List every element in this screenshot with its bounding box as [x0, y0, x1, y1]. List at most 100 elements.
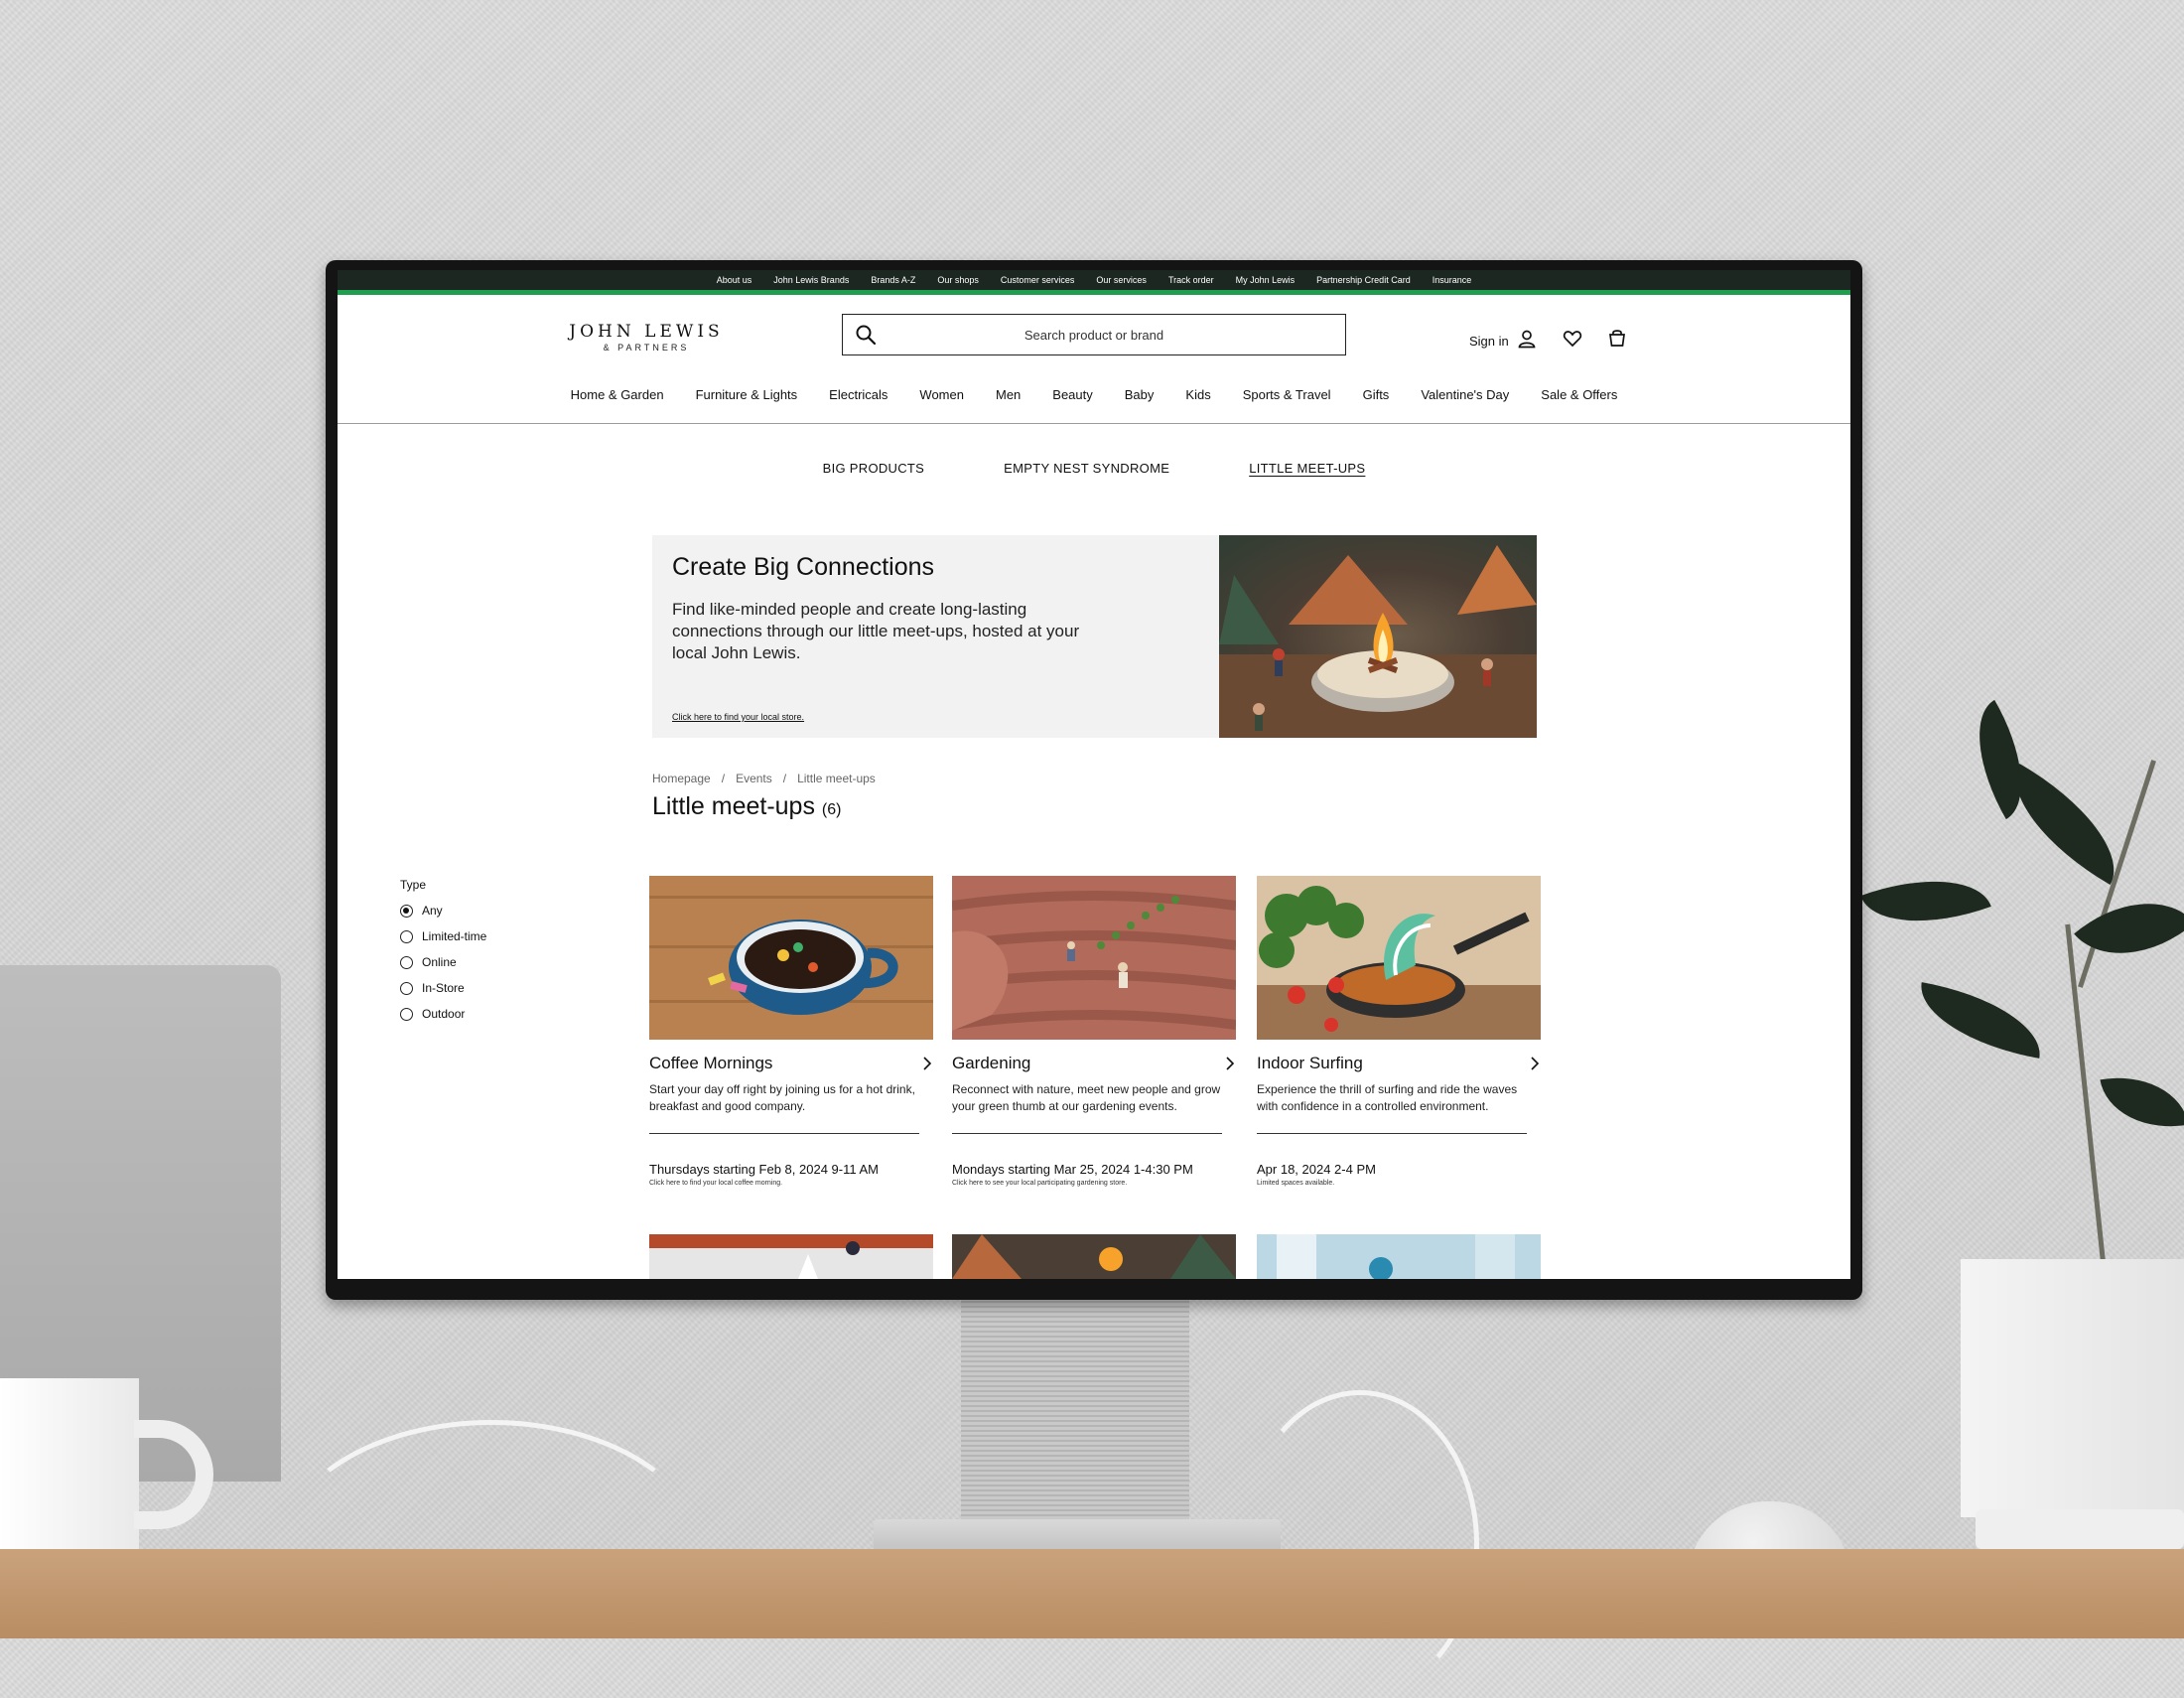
filter-option-any[interactable]: Any: [400, 898, 486, 923]
utility-link-our-shops[interactable]: Our shops: [937, 275, 979, 285]
radio-online[interactable]: [400, 955, 413, 969]
nav-furniture-lights[interactable]: Furniture & Lights: [696, 387, 798, 409]
nav-gifts[interactable]: Gifts: [1363, 387, 1390, 409]
radio-outdoor[interactable]: [400, 1007, 413, 1021]
cable: [1241, 1390, 1479, 1698]
card-note-link[interactable]: Click here to see your local participati…: [952, 1180, 1236, 1187]
screen: About us John Lewis Brands Brands A-Z Ou…: [338, 270, 1850, 1279]
monitor-stand: [961, 1296, 1189, 1534]
nav-home-garden[interactable]: Home & Garden: [571, 387, 664, 409]
subnav-little-meet-ups[interactable]: LITTLE MEET-UPS: [1249, 461, 1365, 476]
plant-stem: [2078, 760, 2156, 988]
chevron-right-icon[interactable]: [921, 1057, 933, 1070]
page-title: Little meet-ups (6): [652, 792, 841, 821]
utility-link-insurance[interactable]: Insurance: [1433, 275, 1472, 285]
nav-men[interactable]: Men: [996, 387, 1021, 409]
event-card-image-partial[interactable]: [952, 1234, 1236, 1279]
chevron-right-icon[interactable]: [1224, 1057, 1236, 1070]
radio-limited-time[interactable]: [400, 929, 413, 943]
event-card-coffee-mornings[interactable]: Coffee Mornings Start your day off right…: [649, 876, 933, 1187]
nav-sports-travel[interactable]: Sports & Travel: [1243, 387, 1331, 409]
nav-kids[interactable]: Kids: [1185, 387, 1210, 409]
result-count: (6): [821, 801, 842, 818]
nav-women[interactable]: Women: [919, 387, 964, 409]
breadcrumb-events[interactable]: Events: [736, 772, 772, 785]
utility-link-credit-card[interactable]: Partnership Credit Card: [1316, 275, 1411, 285]
nav-divider: [338, 423, 1850, 424]
hero-title: Create Big Connections: [672, 553, 935, 581]
utility-link-our-services[interactable]: Our services: [1096, 275, 1147, 285]
logo[interactable]: JOHN LEWIS & PARTNERS: [562, 322, 731, 353]
card-date: Thursdays starting Feb 8, 2024 9-11 AM: [649, 1162, 879, 1177]
card-description: Start your day off right by joining us f…: [649, 1082, 915, 1113]
mug: [0, 1378, 139, 1577]
utility-link-customer-services[interactable]: Customer services: [1001, 275, 1075, 285]
card-image-towel-garden[interactable]: [952, 876, 1236, 1040]
nav-electricals[interactable]: Electricals: [829, 387, 887, 409]
subnav-big-products[interactable]: BIG PRODUCTS: [823, 461, 925, 476]
filter-label: Limited-time: [422, 929, 487, 943]
main-nav: Home & Garden Furniture & Lights Electri…: [338, 387, 1850, 409]
nav-baby[interactable]: Baby: [1125, 387, 1155, 409]
utility-link-about-us[interactable]: About us: [717, 275, 752, 285]
card-date: Mondays starting Mar 25, 2024 1-4:30 PM: [952, 1162, 1193, 1177]
filter-option-limited-time[interactable]: Limited-time: [400, 923, 486, 949]
type-filter: Type Any Limited-time Online In-Store Ou…: [400, 878, 486, 1027]
basket-icon[interactable]: [1607, 327, 1627, 349]
search-input[interactable]: [843, 326, 1345, 344]
plant-saucer: [1976, 1509, 2184, 1549]
radio-any[interactable]: [400, 904, 413, 918]
card-note: Limited spaces available.: [1257, 1180, 1335, 1187]
card-note-link[interactable]: Click here to find your local coffee mor…: [649, 1180, 933, 1187]
utility-link-my-john-lewis[interactable]: My John Lewis: [1236, 275, 1296, 285]
chevron-right-icon[interactable]: [1529, 1057, 1541, 1070]
green-strip: [338, 290, 1850, 295]
filter-option-online[interactable]: Online: [400, 949, 486, 975]
filter-option-in-store[interactable]: In-Store: [400, 975, 486, 1001]
event-card-indoor-surfing[interactable]: Indoor Surfing Experience the thrill of …: [1257, 876, 1541, 1187]
nav-beauty[interactable]: Beauty: [1052, 387, 1092, 409]
sub-nav: BIG PRODUCTS EMPTY NEST SYNDROME LITTLE …: [338, 461, 1850, 476]
card-description: Experience the thrill of surfing and rid…: [1257, 1082, 1518, 1113]
sign-in-link[interactable]: Sign in: [1469, 334, 1509, 349]
subnav-empty-nest-syndrome[interactable]: EMPTY NEST SYNDROME: [1004, 461, 1169, 476]
hero-store-link[interactable]: Click here to find your local store.: [672, 712, 804, 722]
card-title[interactable]: Gardening: [952, 1054, 1030, 1073]
card-image-surf-pan[interactable]: [1257, 876, 1541, 1040]
filter-option-outdoor[interactable]: Outdoor: [400, 1001, 486, 1027]
card-divider: [952, 1133, 1222, 1134]
page-title-text: Little meet-ups: [652, 792, 815, 820]
card-divider: [1257, 1133, 1527, 1134]
plant-leaf: [1860, 855, 1991, 947]
card-image-coffee-cup[interactable]: [649, 876, 933, 1040]
utility-link-brands-az[interactable]: Brands A-Z: [871, 275, 915, 285]
logo-main: JOHN LEWIS: [569, 322, 724, 342]
filter-label: Online: [422, 955, 457, 969]
plant-leaf: [2100, 1065, 2184, 1139]
user-icon[interactable]: [1517, 329, 1537, 349]
event-card-image-partial[interactable]: [649, 1234, 933, 1279]
filter-title: Type: [400, 878, 427, 892]
radio-in-store[interactable]: [400, 981, 413, 995]
nav-sale-offers[interactable]: Sale & Offers: [1541, 387, 1617, 409]
event-card-image-partial[interactable]: [1257, 1234, 1541, 1279]
card-divider: [649, 1133, 919, 1134]
event-card-gardening[interactable]: Gardening Reconnect with nature, meet ne…: [952, 876, 1236, 1187]
breadcrumb-current: Little meet-ups: [797, 772, 876, 785]
utility-link-track-order[interactable]: Track order: [1168, 275, 1214, 285]
card-date: Apr 18, 2024 2-4 PM: [1257, 1162, 1376, 1177]
card-title[interactable]: Indoor Surfing: [1257, 1054, 1363, 1073]
breadcrumb: Homepage / Events / Little meet-ups: [652, 772, 876, 785]
nav-valentines-day[interactable]: Valentine's Day: [1421, 387, 1509, 409]
breadcrumb-homepage[interactable]: Homepage: [652, 772, 711, 785]
search-icon[interactable]: [855, 324, 877, 346]
heart-icon[interactable]: [1563, 329, 1582, 349]
filter-label: In-Store: [422, 981, 465, 995]
utility-link-brands[interactable]: John Lewis Brands: [773, 275, 849, 285]
hero-text: Find like-minded people and create long-…: [672, 600, 1080, 662]
filter-label: Any: [422, 904, 443, 918]
utility-nav: About us John Lewis Brands Brands A-Z Ou…: [338, 270, 1850, 290]
card-title[interactable]: Coffee Mornings: [649, 1054, 772, 1073]
desk: [0, 1549, 2184, 1638]
search-box[interactable]: [842, 314, 1346, 355]
